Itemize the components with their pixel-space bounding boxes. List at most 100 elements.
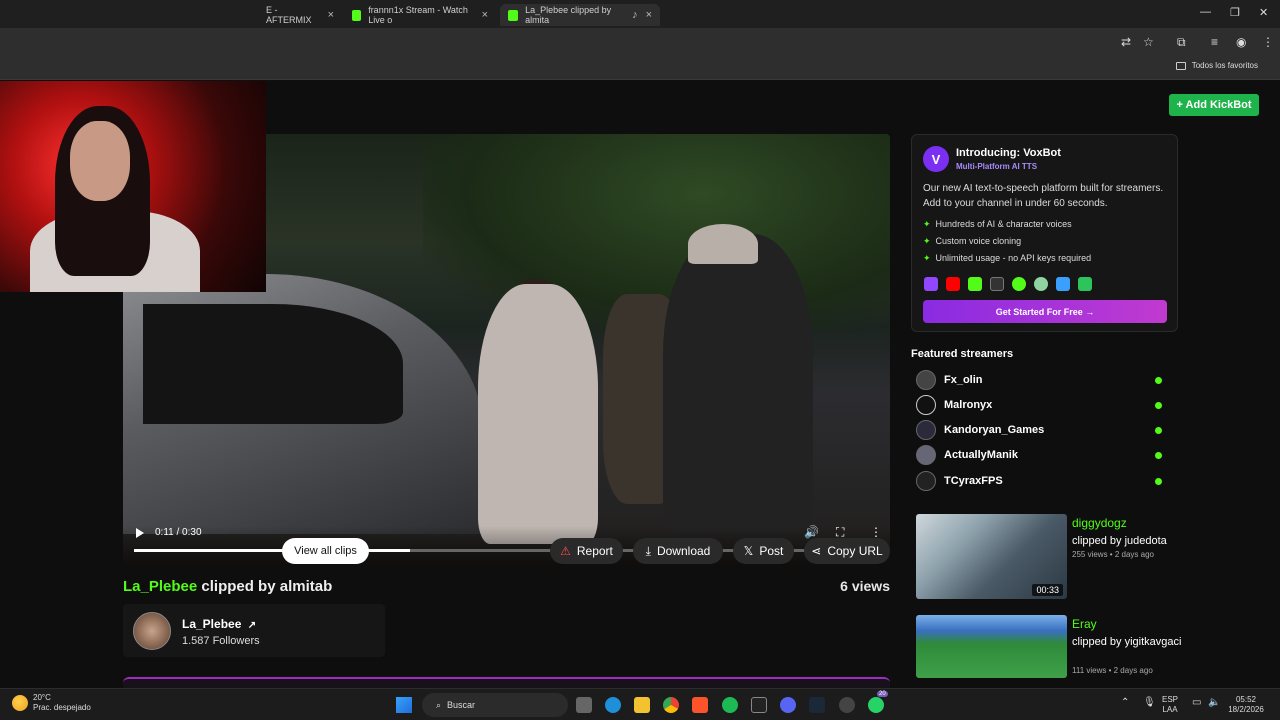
file-explorer-icon[interactable] xyxy=(634,697,650,713)
streamer-row[interactable]: TCyraxFPS xyxy=(916,471,1166,491)
reading-list-icon[interactable]: ≡ xyxy=(1211,35,1218,49)
spotify-icon[interactable] xyxy=(722,697,738,713)
live-indicator xyxy=(1155,478,1162,485)
clip-meta: 111 views • 2 days ago xyxy=(1072,666,1153,675)
page-content: + Add KickBot 0:11 / 0:30 🔊 ⛶ ⋮ La_Plebe… xyxy=(0,81,1280,688)
whatsapp-icon[interactable]: 20 xyxy=(868,691,888,713)
chrome-icon[interactable] xyxy=(663,697,679,713)
extensions-icon[interactable]: ⧉ xyxy=(1177,35,1186,50)
kickbot-favicon-icon xyxy=(508,9,519,21)
language-line1: ESP xyxy=(1162,695,1179,704)
play-icon[interactable] xyxy=(136,528,144,538)
close-window-icon[interactable]: ✕ xyxy=(1259,6,1268,19)
task-view-icon[interactable] xyxy=(576,697,592,713)
tab-frannn1x[interactable]: frannn1x Stream - Watch Live o × xyxy=(344,4,496,26)
clip-thumbnail[interactable] xyxy=(916,615,1067,678)
streamer-row[interactable]: Malronyx xyxy=(916,395,1166,415)
tray-expand-icon[interactable]: ⌃ xyxy=(1121,698,1129,708)
minimize-icon[interactable]: — xyxy=(1200,6,1211,18)
view-all-clips-button[interactable]: View all clips xyxy=(282,538,369,564)
video-scene-person xyxy=(478,284,598,544)
tab-title: frannn1x Stream - Watch Live o xyxy=(368,5,468,25)
bookmarks-folder[interactable]: Todos los favoritos xyxy=(1175,61,1258,70)
clip-meta: 255 views • 2 days ago xyxy=(1072,550,1154,559)
volume-icon[interactable]: 🔊 xyxy=(804,525,819,539)
brave-icon[interactable] xyxy=(692,697,708,713)
streamer-row[interactable]: ActuallyManik xyxy=(916,445,1166,465)
windows-taskbar: 20°C Prac. despejado ⌕ Buscar 20 ⌃ 🎙 ESP… xyxy=(0,688,1280,720)
bookmark-star-icon[interactable]: ☆ xyxy=(1143,35,1154,49)
clock[interactable]: 05:52 18/2/2026 xyxy=(1222,695,1270,715)
kick-favicon-icon xyxy=(352,9,362,21)
promo-feature-text: Hundreds of AI & character voices xyxy=(935,219,1072,229)
streamer-name: Malronyx xyxy=(944,399,993,411)
download-label: Download xyxy=(656,544,711,558)
promo-feature: ✦ Custom voice cloning xyxy=(923,236,1021,247)
taskbar-search[interactable]: ⌕ Buscar xyxy=(422,693,568,717)
webcam-person-face xyxy=(70,121,130,201)
speaker-icon[interactable]: ♪ xyxy=(632,9,638,21)
streamer-avatar xyxy=(916,420,936,440)
clip-views: 6 views xyxy=(840,578,890,594)
clip-channel-link[interactable]: La_Plebee xyxy=(123,578,197,595)
translate-icon[interactable]: ⇄ xyxy=(1121,35,1131,49)
weather-widget[interactable]: 20°C Prac. despejado xyxy=(12,693,91,713)
featured-streamers-heading: Featured streamers xyxy=(911,348,1014,360)
clip-card[interactable]: 00:33 diggydogz clipped by judedota 255 … xyxy=(916,514,1178,600)
restore-icon[interactable]: ❐ xyxy=(1230,6,1240,19)
clip-channel-link[interactable]: diggydogz xyxy=(1072,516,1127,530)
notification-badge: 20 xyxy=(877,691,888,697)
epic-games-icon[interactable] xyxy=(751,697,767,713)
add-kickbot-button[interactable]: + Add KickBot xyxy=(1169,94,1259,116)
profile-icon[interactable]: ◉ xyxy=(1236,35,1246,49)
streamer-name: Fx_olin xyxy=(944,374,983,386)
menu-icon[interactable]: ⋮ xyxy=(1262,35,1274,49)
post-button[interactable]: 𝕏 Post xyxy=(733,538,794,564)
clock-date: 18/2/2026 xyxy=(1228,705,1264,714)
video-scene-person xyxy=(663,234,813,534)
browser-tab-bar: E - AFTERMIX × frannn1x Stream - Watch L… xyxy=(0,0,1280,28)
discord-icon[interactable] xyxy=(780,697,796,713)
tiktok-icon xyxy=(990,277,1004,291)
windows-start-icon[interactable] xyxy=(396,697,412,713)
close-icon[interactable]: × xyxy=(482,9,488,21)
streamer-row[interactable]: Fx_olin xyxy=(916,370,1166,390)
sparkle-icon: ✦ xyxy=(923,236,931,246)
channel-followers: 1.587 Followers xyxy=(182,635,260,647)
microphone-icon[interactable]: 🎙 xyxy=(1143,698,1156,708)
download-button[interactable]: ⤓ Download xyxy=(633,538,723,564)
tab-aftermix[interactable]: E - AFTERMIX × xyxy=(258,4,342,26)
close-icon[interactable]: × xyxy=(328,9,334,21)
channel-name[interactable]: La_Plebee ↗ xyxy=(182,617,256,631)
folder-icon xyxy=(1175,61,1186,70)
app-icon[interactable] xyxy=(839,697,855,713)
address-bar[interactable] xyxy=(0,28,1280,56)
channel-avatar[interactable] xyxy=(133,612,171,650)
promo-feature: ✦ Hundreds of AI & character voices xyxy=(923,219,1072,230)
more-options-icon[interactable]: ⋮ xyxy=(870,525,882,539)
close-icon[interactable]: × xyxy=(646,9,652,21)
streamer-row[interactable]: Kandoryan_Games xyxy=(916,420,1166,440)
sparkle-platform-icon xyxy=(1056,277,1070,291)
language-indicator[interactable]: ESP LAA xyxy=(1162,695,1178,715)
tab-title: La_Plebee clipped by almita xyxy=(525,5,612,25)
copy-url-button[interactable]: ⋖ Copy URL xyxy=(804,538,890,564)
weather-desc: Prac. despejado xyxy=(33,703,91,712)
weather-temp: 20°C xyxy=(33,693,51,702)
clip-thumbnail[interactable]: 00:33 xyxy=(916,514,1067,599)
volume-tray-icon[interactable]: 🔈 xyxy=(1208,698,1220,708)
x-logo-icon: 𝕏 xyxy=(743,544,754,558)
steam-icon[interactable] xyxy=(809,697,825,713)
edge-icon[interactable] xyxy=(605,697,621,713)
tab-clip[interactable]: La_Plebee clipped by almita ♪ × xyxy=(500,4,660,26)
clip-title: La_Plebee clipped by almitab xyxy=(123,578,332,595)
streamer-avatar xyxy=(916,370,936,390)
network-icon[interactable]: ▭ xyxy=(1192,698,1201,708)
language-line2: LAA xyxy=(1162,705,1178,714)
post-label: Post xyxy=(759,544,784,558)
streamer-avatar xyxy=(916,471,936,491)
clip-channel-link[interactable]: Eray xyxy=(1072,617,1097,631)
get-started-button[interactable]: Get Started For Free → xyxy=(923,300,1167,323)
report-button[interactable]: ⚠ Report xyxy=(550,538,623,564)
voxbot-promo-card: V Introducing: VoxBot Multi-Platform AI … xyxy=(911,134,1178,332)
